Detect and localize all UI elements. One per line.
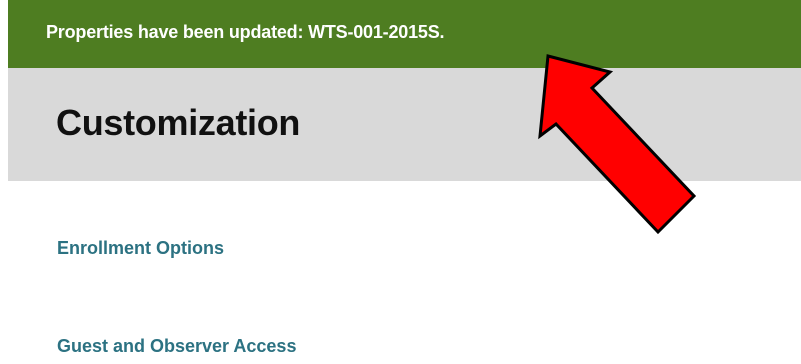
success-banner: Properties have been updated: WTS-001-20…	[8, 0, 801, 68]
page-header: Customization	[8, 68, 801, 181]
guest-observer-access-link[interactable]: Guest and Observer Access	[57, 336, 296, 357]
enrollment-options-link[interactable]: Enrollment Options	[57, 238, 224, 259]
success-message: Properties have been updated: WTS-001-20…	[46, 22, 445, 42]
page-title: Customization	[56, 102, 301, 143]
page: Properties have been updated: WTS-001-20…	[0, 0, 801, 364]
